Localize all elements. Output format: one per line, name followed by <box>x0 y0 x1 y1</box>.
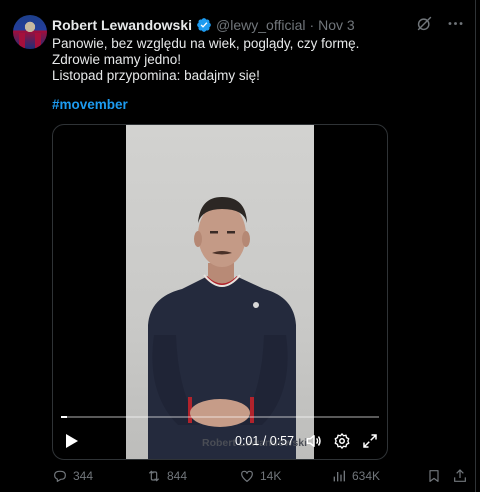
post-line: Listopad przypomina: badajmy się! <box>52 68 260 83</box>
like-button[interactable]: 14K <box>239 468 281 484</box>
repost-count: 844 <box>167 469 188 483</box>
bookmark-icon <box>429 470 439 482</box>
video-frame[interactable]: Robert Lewandowski <box>126 125 314 459</box>
views-count: 634K <box>352 469 381 483</box>
video-player[interactable]: Robert Lewandowski 0:01 / 0:57 <box>52 124 388 460</box>
post-text: Panowie, bez względu na wiek, poglądy, c… <box>52 36 462 84</box>
post-date[interactable]: Nov 3 <box>318 17 355 33</box>
video-scrubber[interactable] <box>61 416 379 418</box>
hashtag-link[interactable]: #movember <box>52 97 128 112</box>
repost-button[interactable]: 844 <box>146 468 187 484</box>
avatar-stripe <box>35 33 41 49</box>
volume-icon[interactable] <box>305 432 323 450</box>
repost-icon <box>148 470 160 482</box>
video-progress <box>61 416 68 418</box>
post-line: Zdrowie mamy jedno! <box>52 52 182 67</box>
avatar[interactable] <box>13 15 47 49</box>
share-icon <box>454 469 466 482</box>
settings-icon[interactable] <box>333 432 351 450</box>
separator-dot: · <box>309 17 315 33</box>
share-button[interactable] <box>452 468 468 484</box>
more-options-icon[interactable] <box>446 14 465 33</box>
reply-button[interactable]: 344 <box>52 468 93 484</box>
avatar-stripe <box>19 33 25 49</box>
bookmark-button[interactable] <box>426 468 442 484</box>
author-handle[interactable]: @lewy_official <box>216 17 305 33</box>
play-icon[interactable] <box>65 433 79 449</box>
video-time: 0:01 / 0:57 <box>235 434 295 448</box>
video-person-image <box>148 197 296 459</box>
views-icon <box>333 470 345 482</box>
tweet-header: Robert Lewandowski @lewy_official · Nov … <box>52 16 355 34</box>
tweet: Robert Lewandowski @lewy_official · Nov … <box>0 0 476 492</box>
post-line: Panowie, bez względu na wiek, poglądy, c… <box>52 36 360 51</box>
fullscreen-icon[interactable] <box>361 432 379 450</box>
views-button[interactable]: 634K <box>331 468 380 484</box>
heart-icon <box>241 470 253 482</box>
video-controls: 0:01 / 0:57 <box>53 427 387 455</box>
author-name[interactable]: Robert Lewandowski <box>52 17 192 33</box>
like-count: 14K <box>260 469 282 483</box>
post-actions: 344 844 14K 634K <box>52 468 470 486</box>
grok-icon[interactable] <box>415 14 434 33</box>
verified-badge-icon[interactable] <box>196 17 212 33</box>
header-actions <box>415 14 465 33</box>
reply-count: 344 <box>73 469 94 483</box>
reply-icon <box>54 470 66 482</box>
